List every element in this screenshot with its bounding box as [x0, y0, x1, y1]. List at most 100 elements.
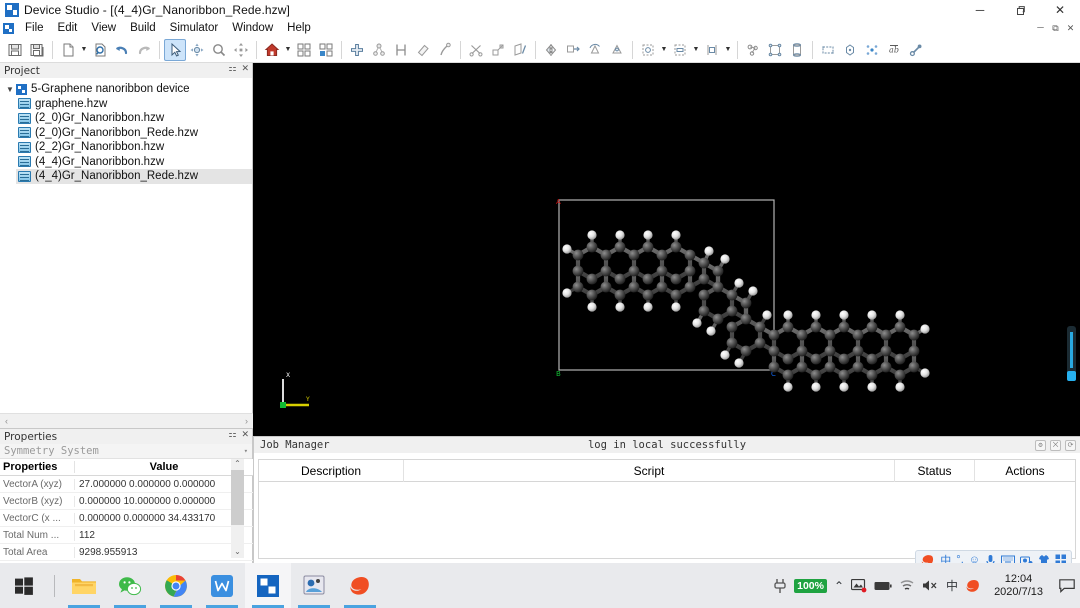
table-row[interactable]: Total Area 9298.955913 [0, 544, 253, 561]
close-icon[interactable]: ✕ [241, 430, 249, 440]
scatter-region-button[interactable] [861, 39, 883, 61]
tree-item-graphene[interactable]: graphene.hzw [16, 97, 252, 112]
new-file-button[interactable] [57, 39, 79, 61]
tree-item-4-4-nanoribbon[interactable]: (4_4)Gr_Nanoribbon.hzw [16, 155, 252, 170]
measure-button[interactable] [390, 39, 412, 61]
bond-tool-button[interactable] [434, 39, 456, 61]
menu-build[interactable]: Build [123, 20, 163, 37]
cell-box-button[interactable] [701, 39, 723, 61]
sogou-tray-icon[interactable] [965, 578, 981, 594]
translate-button[interactable] [562, 39, 584, 61]
cell-box-dropdown[interactable]: ▼ [723, 39, 733, 61]
device-region-button[interactable] [817, 39, 839, 61]
redo-button[interactable] [133, 39, 155, 61]
pan-tool-button[interactable] [230, 39, 252, 61]
eraser-button[interactable] [412, 39, 434, 61]
mdi-close-button[interactable]: ✕ [1065, 22, 1076, 34]
molecular-structure-canvas[interactable]: A B C X Y [253, 63, 1080, 436]
rotate-structure-button[interactable] [584, 39, 606, 61]
taskbar-app-6[interactable] [291, 563, 337, 608]
add-atom-button[interactable] [346, 39, 368, 61]
undo-button[interactable] [111, 39, 133, 61]
project-horizontal-scrollbar[interactable]: ‹ › [0, 413, 253, 428]
column-header-actions[interactable]: Actions [975, 460, 1075, 482]
menu-view[interactable]: View [84, 20, 123, 37]
slab-dropdown[interactable]: ▼ [691, 39, 701, 61]
new-file-dropdown[interactable]: ▼ [79, 39, 89, 61]
layout-view-button[interactable] [315, 39, 337, 61]
close-button[interactable]: ✕ [1040, 0, 1080, 20]
save-button[interactable] [4, 39, 26, 61]
start-button[interactable] [0, 563, 48, 608]
structure-viewport[interactable]: A B C X Y [253, 63, 1080, 436]
save-all-button[interactable] [26, 39, 48, 61]
restore-button[interactable] [1000, 0, 1040, 20]
job-filter-icon[interactable]: ⨉ [1050, 439, 1061, 451]
slider-knob[interactable] [1067, 371, 1076, 381]
cut-button[interactable] [465, 39, 487, 61]
pin-icon[interactable]: ⚏ [228, 430, 236, 440]
tree-item-2-0-nanoribbon[interactable]: (2_0)Gr_Nanoribbon.hzw [16, 111, 252, 126]
tray-expand-chevron-icon[interactable]: ⌃ [834, 579, 844, 593]
taskbar-wps[interactable] [199, 563, 245, 608]
battery-level-badge[interactable]: 100% [794, 578, 827, 593]
link-button[interactable] [905, 39, 927, 61]
mirror-button[interactable] [540, 39, 562, 61]
taskbar-clock[interactable]: 12:04 2020/7/13 [988, 573, 1049, 599]
home-view-dropdown[interactable]: ▼ [283, 39, 293, 61]
symmetry-system-selector[interactable]: Symmetry System ▾ [0, 444, 252, 459]
chevron-down-icon[interactable]: ▼ [4, 85, 16, 94]
taskbar-wechat[interactable] [107, 563, 153, 608]
menu-simulator[interactable]: Simulator [163, 20, 226, 37]
tree-item-4-4-nanoribbon-rede[interactable]: (4_4)Gr_Nanoribbon_Rede.hzw [16, 169, 252, 184]
volume-muted-icon[interactable] [922, 579, 939, 592]
column-header-script[interactable]: Script [404, 459, 895, 482]
label-button[interactable]: ab [883, 39, 905, 61]
job-refresh-icon[interactable]: ⟳ [1065, 439, 1076, 451]
scroll-up-arrow[interactable]: ⌃ [234, 459, 241, 470]
notification-square-icon[interactable] [1056, 563, 1078, 608]
battery-icon[interactable] [874, 580, 892, 592]
pin-icon[interactable]: ⚏ [228, 64, 236, 74]
menu-file[interactable]: File [18, 20, 51, 37]
properties-scrollbar-thumb[interactable] [231, 470, 244, 525]
select-tool-button[interactable] [164, 38, 186, 61]
symmetry-button[interactable] [606, 39, 628, 61]
taskbar-file-explorer[interactable] [61, 563, 107, 608]
slab-button[interactable] [669, 39, 691, 61]
table-row[interactable]: VectorC (x ... 0.000000 0.000000 34.4331… [0, 510, 253, 527]
table-row[interactable]: VectorA (xyz) 27.000000 0.000000 0.00000… [0, 476, 253, 493]
scroll-left-arrow[interactable]: ‹ [0, 416, 13, 426]
grid-view-button[interactable] [293, 39, 315, 61]
ime-chinese-icon[interactable]: 中 [946, 577, 958, 594]
supercell-dropdown[interactable]: ▼ [659, 39, 669, 61]
perspective-slider[interactable] [1067, 326, 1076, 381]
tree-item-2-2-nanoribbon[interactable]: (2_2)Gr_Nanoribbon.hzw [16, 140, 252, 155]
taskbar-chrome[interactable] [153, 563, 199, 608]
column-header-description[interactable]: Description [259, 459, 404, 482]
minimize-button[interactable]: ─ [960, 0, 1000, 20]
electrode-button[interactable] [839, 39, 861, 61]
power-plug-icon[interactable] [773, 578, 787, 594]
zoom-tool-button[interactable] [208, 39, 230, 61]
rotate-tool-button[interactable] [186, 39, 208, 61]
wifi-icon[interactable] [899, 579, 915, 592]
cluster-button[interactable] [742, 39, 764, 61]
column-header-status[interactable]: Status [895, 459, 975, 482]
mdi-restore-button[interactable]: ⧉ [1050, 22, 1061, 34]
mdi-minimize-button[interactable]: － [1035, 22, 1046, 34]
table-row[interactable]: Total Num ... 112 [0, 527, 253, 544]
scroll-down-arrow[interactable]: ⌄ [234, 547, 241, 558]
tree-item-2-0-nanoribbon-rede[interactable]: (2_0)Gr_Nanoribbon_Rede.hzw [16, 126, 252, 141]
cleave-surface-button[interactable] [487, 39, 509, 61]
menu-help[interactable]: Help [280, 20, 318, 37]
chevron-down-icon[interactable]: ▾ [244, 447, 248, 455]
display-settings-icon[interactable] [851, 578, 867, 593]
close-icon[interactable]: ✕ [241, 64, 249, 74]
taskbar-sogou[interactable] [337, 563, 383, 608]
build-molecule-button[interactable] [368, 39, 390, 61]
scroll-right-arrow[interactable]: › [240, 416, 253, 426]
home-view-button[interactable] [261, 39, 283, 61]
supercell-button[interactable] [637, 39, 659, 61]
job-settings-icon[interactable]: ⚙ [1035, 439, 1046, 451]
